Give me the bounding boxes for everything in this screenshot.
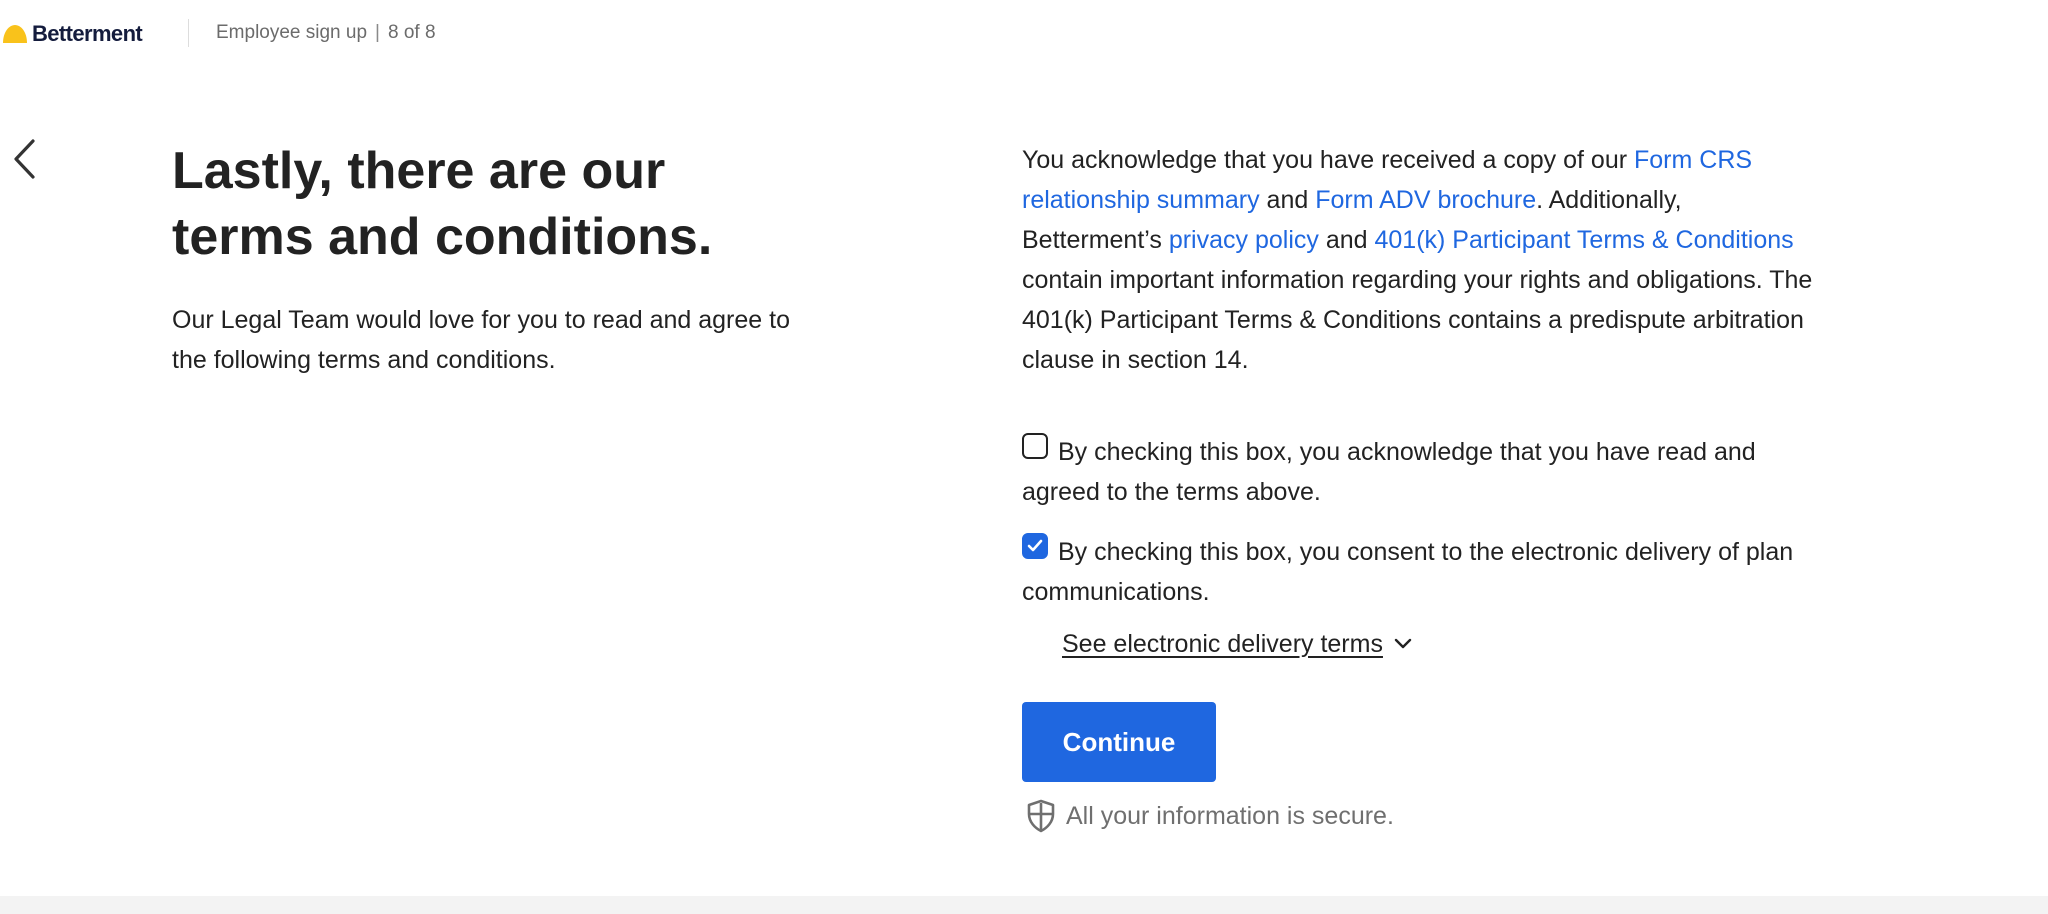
brand-logo[interactable]: Betterment [2, 21, 143, 47]
security-note: All your information is secure. [1026, 796, 1394, 836]
terms-agreement-checkbox[interactable] [1022, 433, 1048, 459]
brand-name: Betterment [32, 21, 143, 46]
terms-agreement-row: By checking this box, you acknowledge th… [1022, 432, 1822, 512]
chevron-left-icon [14, 139, 35, 179]
form-adv-link[interactable]: Form ADV brochure [1315, 186, 1536, 214]
edelivery-consent-row: By checking this box, you consent to the… [1022, 532, 1822, 612]
edelivery-consent-checkbox[interactable] [1022, 533, 1048, 559]
security-note-text: All your information is secure. [1066, 802, 1394, 830]
signup-progress: Employee sign up | 8 of 8 [216, 22, 436, 44]
disclosure-text-4: and [1318, 226, 1375, 254]
legal-disclosure: You acknowledge that you have received a… [1022, 140, 1822, 380]
terms-agreement-label: By checking this box, you acknowledge th… [1022, 438, 1756, 506]
back-button[interactable] [8, 136, 40, 182]
betterment-logo-icon [3, 25, 27, 43]
continue-button[interactable]: Continue [1022, 702, 1216, 782]
page-title: Lastly, there are our terms and conditio… [172, 142, 713, 266]
progress-separator: | [375, 22, 380, 43]
header-divider [188, 19, 189, 47]
participant-terms-link[interactable]: 401(k) Participant Terms & Conditions [1375, 226, 1794, 254]
top-header: Betterment Employee sign up | 8 of 8 [0, 0, 2048, 68]
footer-band [0, 896, 2048, 914]
disclosure-text-2: and [1259, 186, 1316, 214]
disclosure-text-5: contain important information regarding … [1022, 266, 1813, 374]
chevron-down-icon [1394, 638, 1412, 649]
flow-label: Employee sign up [216, 22, 368, 43]
checkmark-icon [1027, 539, 1043, 552]
intro-text: Our Legal Team would love for you to rea… [172, 306, 790, 374]
privacy-policy-link[interactable]: privacy policy [1169, 226, 1319, 254]
disclosure-text-1: You acknowledge that you have received a… [1022, 146, 1634, 174]
shield-icon [1027, 799, 1055, 833]
see-delivery-terms-label: See electronic delivery terms [1062, 630, 1383, 658]
edelivery-consent-label: By checking this box, you consent to the… [1022, 538, 1794, 606]
step-counter: 8 of 8 [387, 22, 436, 43]
see-delivery-terms-toggle[interactable]: See electronic delivery terms [1062, 624, 1413, 664]
